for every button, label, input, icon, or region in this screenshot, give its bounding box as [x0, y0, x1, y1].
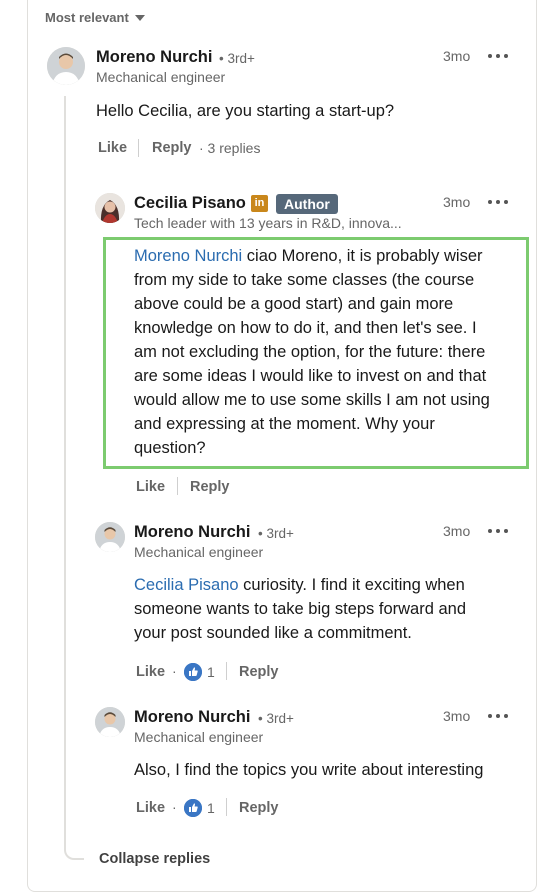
- reaction-separator: ·: [172, 799, 177, 815]
- reaction-count: 1: [207, 800, 215, 816]
- author-badge: Author: [276, 194, 338, 214]
- reply-timestamp: 3mo: [443, 194, 471, 210]
- more-options-icon[interactable]: [488, 196, 508, 208]
- comment-author-name[interactable]: Moreno Nurchi: [96, 48, 212, 67]
- author-headline: Mechanical engineer: [134, 729, 264, 745]
- avatar-cecilia[interactable]: [95, 193, 125, 223]
- comment-text: Hello Cecilia, are you starting a start-…: [96, 102, 395, 120]
- action-divider: [226, 798, 227, 816]
- avatar-moreno[interactable]: [95, 707, 125, 737]
- reply-button[interactable]: Reply: [239, 800, 279, 816]
- connection-degree: • 3rd+: [219, 51, 255, 66]
- reaction-count: 1: [207, 664, 215, 680]
- like-button[interactable]: Like: [136, 664, 165, 680]
- connection-degree: • 3rd+: [258, 526, 294, 541]
- thread-line: [64, 96, 84, 860]
- author-headline: Tech leader with 13 years in R&D, innova…: [134, 215, 402, 231]
- collapse-replies-button[interactable]: Collapse replies: [99, 851, 210, 867]
- action-divider: [226, 662, 227, 680]
- author-headline: Mechanical engineer: [96, 69, 226, 85]
- linkedin-premium-icon: in: [251, 195, 268, 212]
- action-divider: [177, 477, 178, 495]
- reply-text: Moreno Nurchi ciao Moreno, it is probabl…: [134, 247, 490, 457]
- reply-timestamp: 3mo: [443, 523, 471, 539]
- sort-label: Most relevant: [45, 10, 129, 25]
- connection-degree: • 3rd+: [258, 711, 294, 726]
- more-options-icon[interactable]: [488, 50, 508, 62]
- like-button[interactable]: Like: [98, 140, 127, 156]
- reply-timestamp: 3mo: [443, 708, 471, 724]
- like-button[interactable]: Like: [136, 479, 165, 495]
- like-reaction-icon[interactable]: [184, 799, 202, 817]
- avatar-moreno[interactable]: [95, 522, 125, 552]
- reaction-separator: ·: [172, 663, 177, 679]
- comment-timestamp: 3mo: [443, 48, 471, 64]
- action-divider: [138, 139, 139, 157]
- replies-count[interactable]: · 3 replies: [199, 140, 260, 156]
- reply-button[interactable]: Reply: [239, 664, 279, 680]
- reply-author-name[interactable]: Cecilia Pisano: [134, 194, 246, 213]
- reply-text: Cecilia Pisano curiosity. I find it exci…: [134, 576, 467, 642]
- more-options-icon[interactable]: [488, 525, 508, 537]
- reply-text: Also, I find the topics you write about …: [134, 761, 484, 779]
- reply-author-name[interactable]: Moreno Nurchi: [134, 708, 250, 727]
- author-headline: Mechanical engineer: [134, 544, 264, 560]
- mention-link[interactable]: Cecilia Pisano: [134, 576, 239, 594]
- reply-author-name[interactable]: Moreno Nurchi: [134, 523, 250, 542]
- caret-down-icon: [134, 15, 145, 21]
- mention-link[interactable]: Moreno Nurchi: [134, 247, 242, 265]
- more-options-icon[interactable]: [488, 710, 508, 722]
- like-button[interactable]: Like: [136, 800, 165, 816]
- avatar-moreno[interactable]: [47, 47, 85, 85]
- sort-dropdown[interactable]: Most relevant: [45, 10, 145, 25]
- reply-button[interactable]: Reply: [190, 479, 230, 495]
- reply-button[interactable]: Reply: [152, 140, 192, 156]
- like-reaction-icon[interactable]: [184, 663, 202, 681]
